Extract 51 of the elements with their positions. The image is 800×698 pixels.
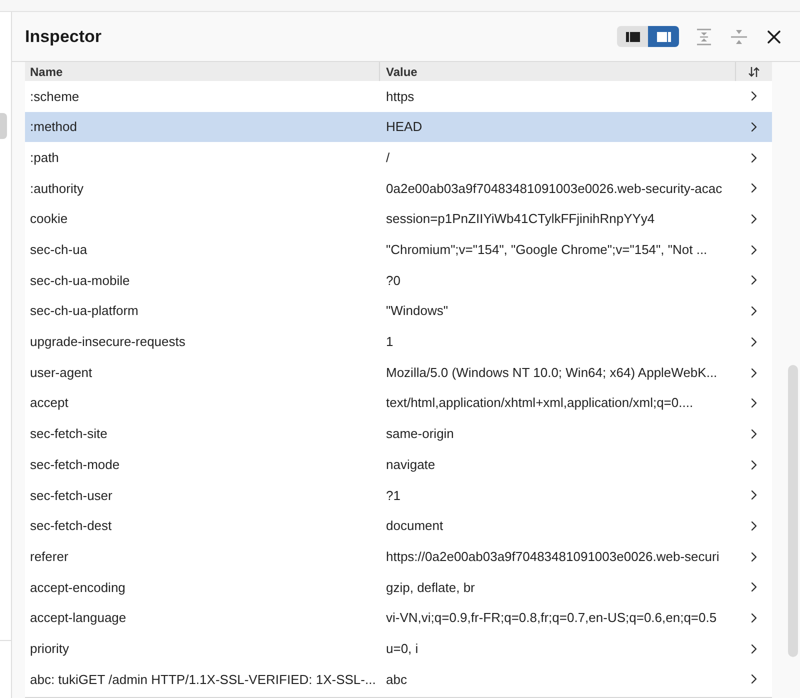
name-cell: :authority xyxy=(30,180,84,196)
name-cell: sec-ch-ua-mobile xyxy=(30,272,130,288)
name-cell: :method xyxy=(30,119,77,134)
name-cell: user-agent xyxy=(30,364,92,380)
value-cell: u=0, i xyxy=(386,640,418,656)
name-cell: cookie xyxy=(30,211,68,226)
value-cell: abc xyxy=(386,672,407,687)
table-row[interactable]: :method HEAD xyxy=(25,112,772,142)
value-cell: ?1 xyxy=(386,488,400,503)
value-cell: Mozilla/5.0 (Windows NT 10.0; Win64; x64) AppleWebK... xyxy=(386,364,718,380)
panel-title: Inspector xyxy=(25,26,102,48)
name-cell: sec-ch-ua-platform xyxy=(30,303,138,318)
name-cell: accept-encoding xyxy=(30,580,126,595)
value-cell: navigate xyxy=(386,456,436,472)
name-cell: sec-fetch-mode xyxy=(30,456,120,472)
value-cell: https://0a2e00ab03a9f70483481091003e0026.web-securi xyxy=(386,548,720,564)
layout-toggle-button[interactable] xyxy=(617,26,648,47)
layout-toggle-button[interactable] xyxy=(648,26,679,47)
name-cell: referer xyxy=(30,548,68,564)
value-cell: vi-VN,vi;q=0.9,fr-FR;q=0.8,fr;q=0.7,en-US;q=0.6,en;q=0.5 xyxy=(386,610,717,626)
left-sidebar-layout-icon xyxy=(626,32,640,42)
name-cell: sec-fetch-site xyxy=(30,426,108,442)
value-cell: 0a2e00ab03a9f70483481091003e0026.web-security-acac xyxy=(386,180,722,196)
name-cell: abc: tukiGET /admin HTTP/1.1X-SSL-VERIFIED: 1X-SSL-... xyxy=(30,672,376,687)
name-cell: accept-language xyxy=(30,610,126,626)
value-cell: ?0 xyxy=(386,272,400,288)
swap-arrows-icon[interactable] xyxy=(748,66,760,78)
value-cell: document xyxy=(386,518,444,534)
value-cell: "Windows" xyxy=(386,303,448,318)
name-cell: sec-fetch-user xyxy=(30,488,112,503)
scrollbar-thumb[interactable] xyxy=(788,365,798,657)
value-cell: same-origin xyxy=(386,426,454,442)
right-sidebar-layout-icon xyxy=(656,32,670,42)
value-cell: HEAD xyxy=(386,119,422,134)
column-header[interactable]: Value xyxy=(386,62,418,80)
value-cell: text/html,application/xhtml+xml,application/xml;q=0.... xyxy=(386,395,694,410)
name-cell: upgrade-insecure-requests xyxy=(30,334,186,350)
value-cell: / xyxy=(386,150,390,165)
value-cell: 1 xyxy=(386,334,394,350)
scrollbar-thumb[interactable] xyxy=(0,113,7,139)
name-cell: accept xyxy=(30,395,68,410)
value-cell: gzip, deflate, br xyxy=(386,580,475,595)
value-cell: session=p1PnZIIYiWb41CTylkFFjinihRnpYYy4 xyxy=(386,211,655,226)
value-cell: https xyxy=(386,88,414,104)
value-cell: "Chromium";v="154", "Google Chrome";v="154", "Not ... xyxy=(386,242,708,258)
name-cell: sec-fetch-dest xyxy=(30,518,112,534)
name-cell: sec-ch-ua xyxy=(30,242,88,258)
name-cell: :scheme xyxy=(30,88,80,104)
column-header[interactable]: Name xyxy=(30,62,63,80)
name-cell: :path xyxy=(30,150,59,165)
name-cell: priority xyxy=(30,640,70,656)
